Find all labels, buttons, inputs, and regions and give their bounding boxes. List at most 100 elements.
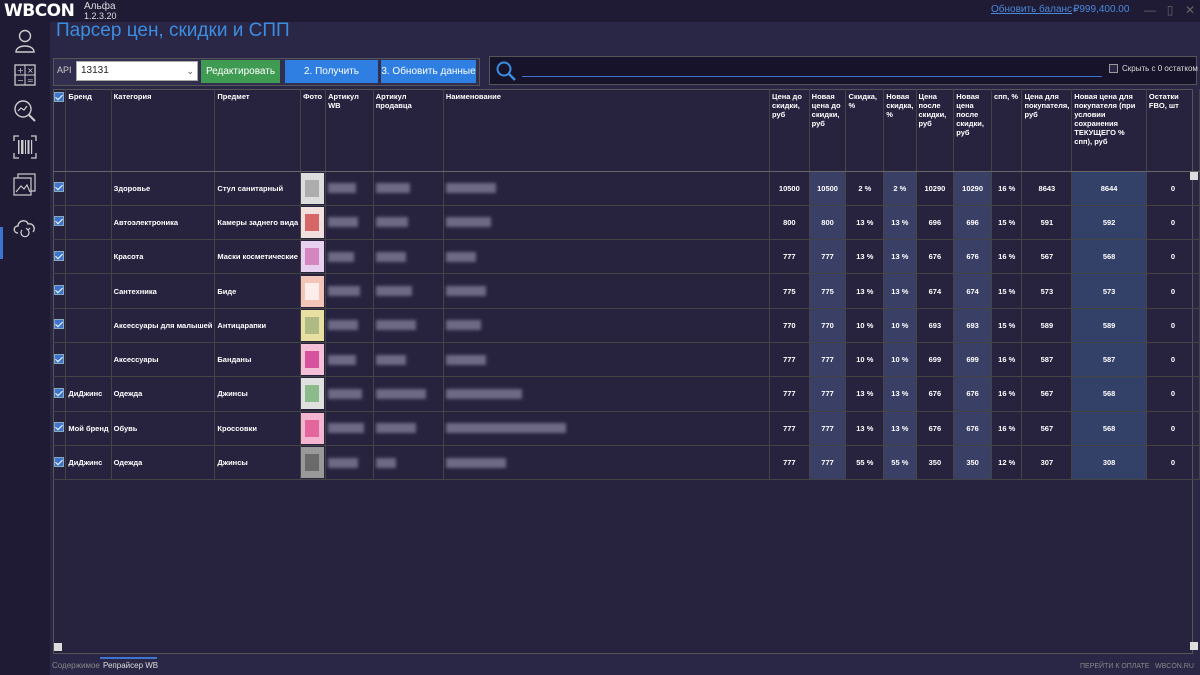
new-price-cell[interactable]: 770 xyxy=(809,308,847,343)
new-buyer-price-cell[interactable]: 308 xyxy=(1071,445,1147,481)
column-header[interactable]: Предмет xyxy=(214,89,302,172)
new-price-after-cell[interactable]: 696 xyxy=(953,205,992,241)
discount-cell: 10 % xyxy=(845,342,885,378)
row-checkbox[interactable] xyxy=(53,342,67,378)
column-header[interactable]: Артикул продавца xyxy=(373,89,444,172)
new-price-after-cell[interactable]: 674 xyxy=(953,273,992,309)
new-price-after-cell[interactable]: 676 xyxy=(953,239,992,275)
row-checkbox[interactable] xyxy=(53,308,67,343)
tab-repricer[interactable]: Репрайсер WB xyxy=(103,661,158,670)
select-all-checkbox[interactable] xyxy=(53,89,67,172)
table-row[interactable]: Аксессуары для малышей Антицарапки 770 770 1… xyxy=(53,308,1200,343)
new-price-cell[interactable]: 10500 xyxy=(809,171,847,206)
row-checkbox[interactable] xyxy=(53,239,67,275)
new-discount-cell[interactable]: 13 % xyxy=(883,239,917,275)
column-header[interactable]: Цена до скидки, руб xyxy=(769,89,810,172)
hide-zero-stock-checkbox[interactable] xyxy=(1109,64,1118,73)
new-price-cell[interactable]: 775 xyxy=(809,273,847,309)
column-header[interactable]: Наименование xyxy=(443,89,771,172)
column-header[interactable]: Цена после скидки, руб xyxy=(916,89,955,172)
row-checkbox[interactable] xyxy=(53,273,67,309)
column-header[interactable]: Бренд xyxy=(65,89,112,172)
column-header[interactable]: Скидка, % xyxy=(845,89,885,172)
new-discount-cell[interactable]: 13 % xyxy=(883,273,917,309)
site-link[interactable]: WBCON.RU xyxy=(1155,663,1194,670)
search-analytics-icon[interactable] xyxy=(12,98,38,124)
search-icon[interactable] xyxy=(495,60,517,82)
photos-icon[interactable] xyxy=(12,172,38,198)
scroll-up-icon[interactable] xyxy=(1190,172,1198,180)
refresh-balance-link[interactable]: Обновить баланс xyxy=(991,4,1072,15)
new-price-cell[interactable]: 777 xyxy=(809,376,847,412)
payment-link[interactable]: ПЕРЕЙТИ К ОПЛАТЕ xyxy=(1080,663,1149,670)
table-row[interactable]: ДиДжинс Одежда Джинсы 777 777 55 % 55 % 350 350 1… xyxy=(53,445,1200,481)
cloud-sync-icon[interactable] xyxy=(12,214,38,240)
new-discount-cell[interactable]: 13 % xyxy=(883,376,917,412)
row-checkbox[interactable] xyxy=(53,171,67,206)
restore-icon[interactable]: ▯ xyxy=(1162,2,1178,18)
new-price-cell[interactable]: 777 xyxy=(809,445,847,481)
new-price-cell[interactable]: 777 xyxy=(809,239,847,275)
row-checkbox[interactable] xyxy=(53,205,67,241)
new-discount-cell[interactable]: 13 % xyxy=(883,205,917,241)
scroll-left-icon[interactable] xyxy=(54,643,62,651)
new-buyer-price-cell[interactable]: 587 xyxy=(1071,342,1147,378)
new-price-after-cell[interactable]: 699 xyxy=(953,342,992,378)
new-price-cell[interactable]: 777 xyxy=(809,411,847,446)
new-discount-cell[interactable]: 10 % xyxy=(883,308,917,343)
update-data-button[interactable]: 3. Обновить данные xyxy=(381,60,476,83)
column-header[interactable]: Новая цена до скидки, руб xyxy=(809,89,847,172)
close-icon[interactable]: ✕ xyxy=(1182,2,1198,18)
new-buyer-price-cell[interactable]: 589 xyxy=(1071,308,1147,343)
search-box[interactable] xyxy=(489,56,1197,85)
column-header[interactable]: Новая скидка, % xyxy=(883,89,917,172)
new-buyer-price-cell[interactable]: 568 xyxy=(1071,239,1147,275)
scroll-down-icon[interactable] xyxy=(1190,642,1198,650)
row-checkbox[interactable] xyxy=(53,376,67,412)
price-cell: 800 xyxy=(769,205,810,241)
new-price-after-cell[interactable]: 676 xyxy=(953,376,992,412)
new-buyer-price-cell[interactable]: 573 xyxy=(1071,273,1147,309)
vertical-scrollbar[interactable] xyxy=(1189,172,1197,652)
new-price-after-cell[interactable]: 693 xyxy=(953,308,992,343)
new-price-cell[interactable]: 777 xyxy=(809,342,847,378)
column-header[interactable]: Новая цена после скидки, руб xyxy=(953,89,992,172)
column-header[interactable]: Остатки FBO, шт xyxy=(1146,89,1200,172)
table-row[interactable]: Аксессуары Банданы 777 777 10 % 10 % 699 699 16 … xyxy=(53,342,1200,378)
table-row[interactable]: Здоровье Стул санитарный 10500 10500 2 % 2 % 1… xyxy=(53,171,1200,206)
minimize-icon[interactable]: — xyxy=(1142,2,1158,18)
new-discount-cell[interactable]: 2 % xyxy=(883,171,917,206)
edit-button[interactable]: Редактировать xyxy=(201,60,280,83)
tab-content[interactable]: Содержимое xyxy=(52,661,100,670)
barcode-scan-icon[interactable] xyxy=(12,134,38,160)
new-price-cell[interactable]: 800 xyxy=(809,205,847,241)
table-row[interactable]: Мой бренд Обувь Кроссовки 777 777 13 % 13 % 676… xyxy=(53,411,1200,446)
api-select[interactable]: 13131 ⌄ xyxy=(76,61,198,81)
new-price-after-cell[interactable]: 10290 xyxy=(953,171,992,206)
new-price-after-cell[interactable]: 676 xyxy=(953,411,992,446)
new-price-after-cell[interactable]: 350 xyxy=(953,445,992,481)
table-row[interactable]: Автоэлектроника Камеры заднего вида 800 800… xyxy=(53,205,1200,241)
column-header[interactable]: спп, % xyxy=(991,89,1023,172)
table-row[interactable]: Сантехника Биде 775 775 13 % 13 % 674 674 15 % 57… xyxy=(53,273,1200,309)
row-checkbox[interactable] xyxy=(53,411,67,446)
new-buyer-price-cell[interactable]: 568 xyxy=(1071,376,1147,412)
new-discount-cell[interactable]: 13 % xyxy=(883,411,917,446)
calculator-icon[interactable]: + × − = xyxy=(12,62,38,88)
search-input[interactable] xyxy=(522,76,1102,77)
column-header[interactable]: Артикул WB xyxy=(325,89,374,172)
column-header[interactable]: Новая цена для покупателя (при условии с… xyxy=(1071,89,1147,172)
new-buyer-price-cell[interactable]: 568 xyxy=(1071,411,1147,446)
get-data-button[interactable]: 2. Получить данные xyxy=(285,60,378,100)
column-header[interactable]: Фото xyxy=(300,89,327,172)
new-buyer-price-cell[interactable]: 8644 xyxy=(1071,171,1147,206)
new-discount-cell[interactable]: 10 % xyxy=(883,342,917,378)
column-header[interactable]: Цена для покупателя, руб xyxy=(1021,89,1073,172)
table-row[interactable]: ДиДжинс Одежда Джинсы 777 777 13 % 13 % 676 676 1… xyxy=(53,376,1200,412)
new-discount-cell[interactable]: 55 % xyxy=(883,445,917,481)
user-icon[interactable] xyxy=(12,28,38,54)
row-checkbox[interactable] xyxy=(53,445,67,481)
column-header[interactable]: Категория xyxy=(111,89,216,172)
table-row[interactable]: Красота Маски косметические 777 777 13 % 13 %… xyxy=(53,239,1200,275)
new-buyer-price-cell[interactable]: 592 xyxy=(1071,205,1147,241)
